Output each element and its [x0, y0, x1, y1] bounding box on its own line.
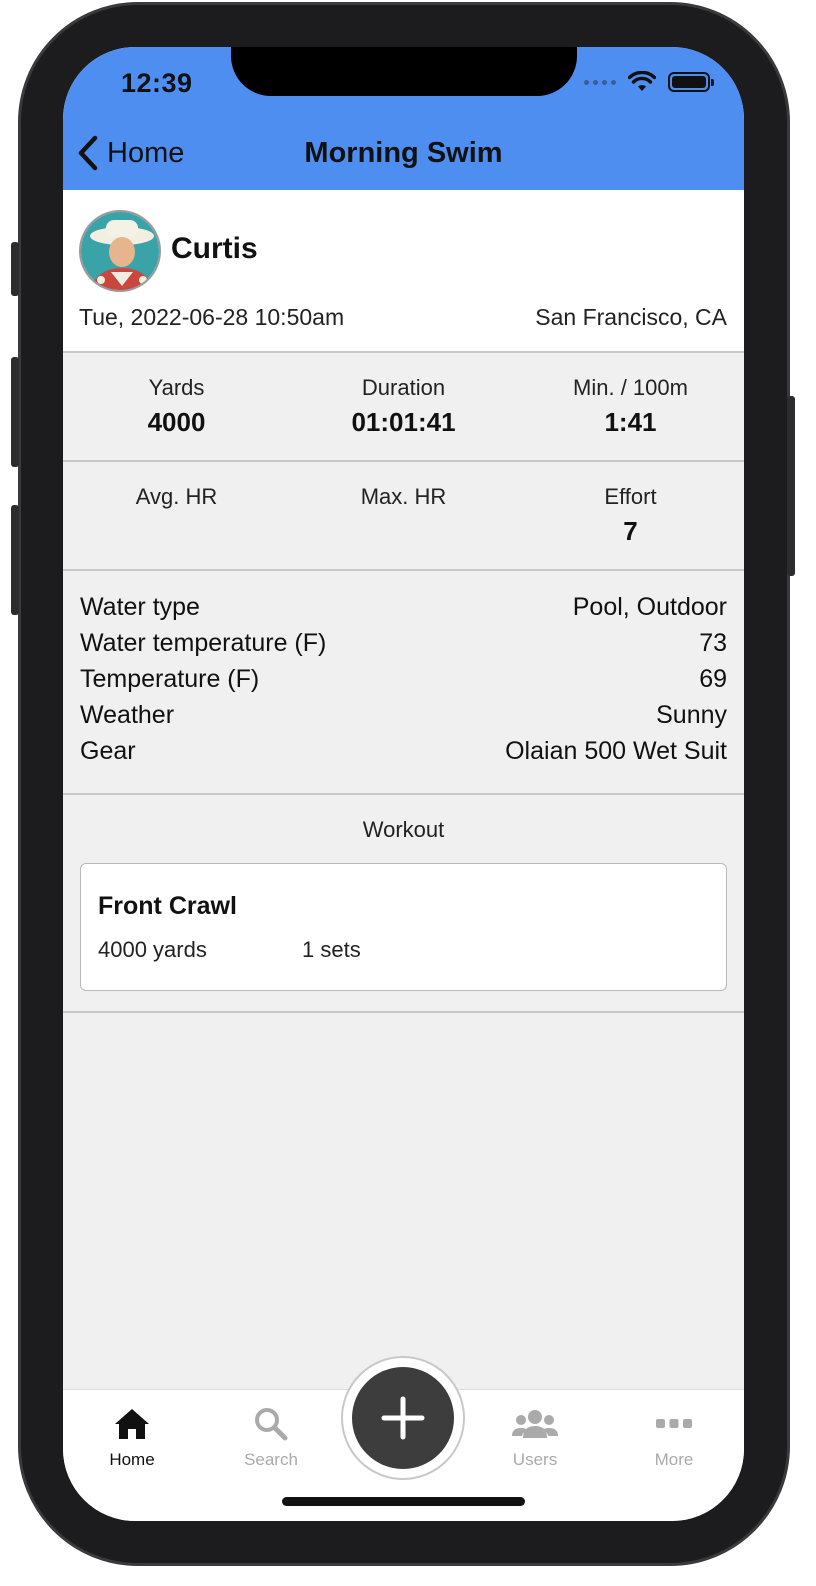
search-icon: [216, 1400, 326, 1446]
stat-value: [290, 516, 517, 548]
volume-up-button: [11, 357, 19, 467]
detail-row-temperature: Temperature (F) 69: [80, 665, 727, 701]
plus-icon: [381, 1396, 425, 1440]
user-name[interactable]: Curtis: [171, 232, 258, 266]
stat-label: Duration: [361, 375, 446, 400]
wifi-icon: [628, 71, 656, 91]
tab-more[interactable]: More: [619, 1400, 729, 1470]
activity-location: San Francisco, CA: [535, 304, 727, 330]
add-activity-button[interactable]: [352, 1367, 454, 1469]
detail-value: 73: [699, 629, 727, 657]
back-button[interactable]: Home: [77, 135, 184, 171]
workout-heading: Workout: [362, 817, 445, 842]
stat-yards: Yards 4000: [63, 353, 290, 460]
stat-max-hr: Max. HR: [290, 462, 517, 569]
stat-duration: Duration 01:01:41: [290, 353, 517, 460]
stat-value: 1:41: [604, 407, 657, 437]
power-button: [787, 396, 795, 576]
stat-value: 7: [623, 516, 638, 546]
workout-card[interactable]: Front Crawl 4000 yards 1 sets: [80, 863, 727, 991]
battery-icon: [668, 72, 714, 92]
detail-label: Weather: [80, 701, 175, 729]
tab-search[interactable]: Search: [216, 1400, 326, 1470]
chevron-left-icon: [78, 135, 98, 171]
detail-row-gear: Gear Olaian 500 Wet Suit: [80, 737, 727, 773]
notch: [231, 47, 577, 96]
app-screen: 12:39 Home Morning Swim Curtis Tue, 2022…: [63, 47, 744, 1521]
stats-row-primary: Yards 4000 Duration 01:01:41 Min. / 100m…: [63, 353, 744, 462]
stat-pace: Min. / 100m 1:41: [517, 353, 744, 460]
status-icons: [584, 71, 714, 93]
tab-users[interactable]: Users: [480, 1400, 590, 1470]
stat-value: 01:01:41: [351, 407, 456, 437]
tab-label: Users: [512, 1450, 558, 1469]
stat-avg-hr: Avg. HR: [63, 462, 290, 569]
activity-date: Tue, 2022-06-28 10:50am: [79, 304, 345, 330]
details-list: Water type Pool, Outdoor Water temperatu…: [63, 573, 744, 795]
tab-label: Home: [109, 1450, 155, 1469]
detail-label: Gear: [80, 737, 136, 765]
workout-section: Workout Front Crawl 4000 yards 1 sets: [63, 795, 744, 1013]
workout-distance: 4000 yards: [98, 937, 207, 962]
stat-label: Max. HR: [360, 484, 447, 509]
users-icon: [480, 1400, 590, 1446]
stat-label: Avg. HR: [135, 484, 218, 509]
stat-label: Min. / 100m: [573, 375, 688, 400]
home-indicator: [282, 1497, 525, 1506]
detail-row-water-type: Water type Pool, Outdoor: [80, 593, 727, 629]
stat-label: Yards: [148, 375, 205, 400]
detail-label: Temperature (F): [80, 665, 260, 693]
tab-label: Search: [244, 1450, 298, 1469]
back-label: Home: [107, 136, 185, 169]
profile-card: Curtis Tue, 2022-06-28 10:50am San Franc…: [63, 190, 744, 353]
detail-label: Water type: [80, 593, 200, 621]
volume-down-button: [11, 505, 19, 615]
detail-label: Water temperature (F): [80, 629, 327, 657]
mute-switch: [11, 242, 19, 296]
home-icon: [77, 1400, 187, 1446]
tab-label: More: [654, 1450, 694, 1469]
cellular-signal-icon: [584, 79, 616, 85]
detail-value: 69: [699, 665, 727, 693]
tab-home[interactable]: Home: [77, 1400, 187, 1470]
stat-effort: Effort 7: [517, 462, 744, 569]
header-bar: 12:39 Home Morning Swim: [63, 47, 744, 190]
status-time: 12:39: [121, 68, 193, 98]
workout-sets: 1 sets: [302, 937, 361, 962]
workout-stroke-name: Front Crawl: [98, 892, 237, 920]
detail-value: Pool, Outdoor: [572, 593, 727, 621]
detail-value: Olaian 500 Wet Suit: [505, 737, 727, 765]
detail-value: Sunny: [656, 701, 727, 729]
detail-row-weather: Weather Sunny: [80, 701, 727, 737]
avatar[interactable]: [79, 210, 161, 292]
detail-row-water-temperature: Water temperature (F) 73: [80, 629, 727, 665]
stats-row-secondary: Avg. HR Max. HR Effort 7: [63, 462, 744, 571]
stat-label: Effort: [604, 484, 657, 509]
stat-value: [63, 516, 290, 548]
more-icon: [619, 1400, 729, 1446]
stat-value: 4000: [147, 407, 206, 437]
